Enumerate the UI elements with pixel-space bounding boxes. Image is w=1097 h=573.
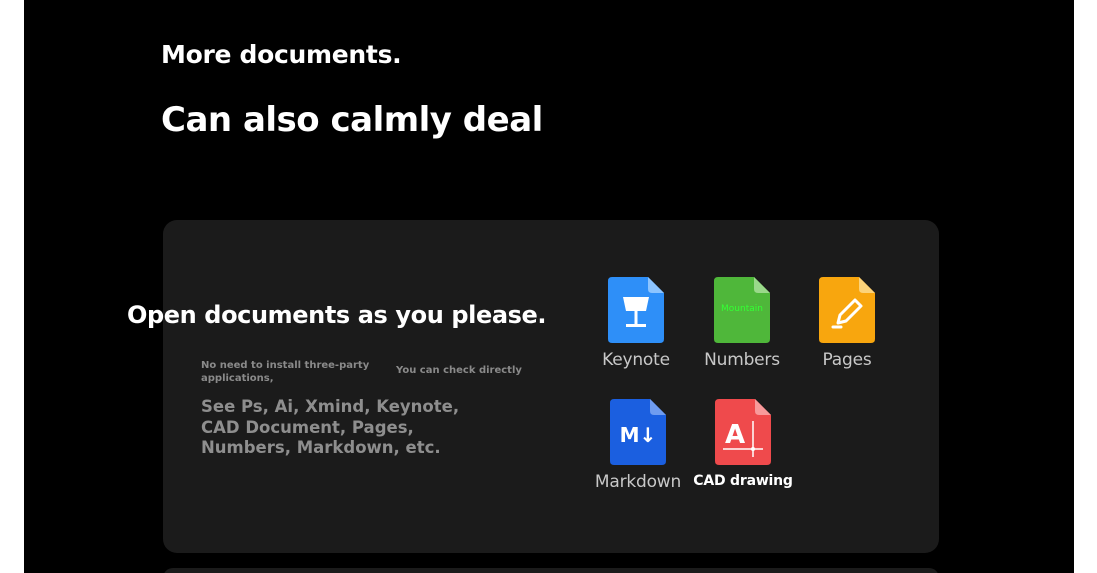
markdown-icon-text: M↓: [620, 423, 657, 447]
app-label: Pages: [822, 350, 872, 370]
page-background: More documents. Can also calmly deal Ope…: [24, 0, 1074, 573]
keynote-icon: [608, 277, 664, 343]
app-label: Numbers: [704, 350, 780, 370]
app-markdown: M↓ Markdown: [583, 399, 693, 492]
headline-large: Can also calmly deal: [161, 100, 543, 140]
pages-icon: [819, 277, 875, 343]
next-card-edge: [163, 568, 939, 573]
markdown-icon: M↓: [610, 399, 666, 465]
supported-formats-description: See Ps, Ai, Xmind, Keynote, CAD Document…: [201, 397, 460, 457]
numbers-icon-text: Mountain: [721, 304, 763, 314]
feature-card: [163, 220, 939, 553]
card-title: Open documents as you please.: [127, 301, 547, 329]
note-no-install: No need to install three-party applicati…: [201, 360, 370, 384]
app-label: Keynote: [602, 350, 670, 370]
note-check-directly: You can check directly: [396, 365, 522, 376]
app-keynote: Keynote: [581, 277, 691, 370]
app-pages: Pages: [792, 277, 902, 370]
app-cad: A CAD drawing: [688, 399, 798, 489]
numbers-icon: Mountain: [714, 277, 770, 343]
cad-icon-text: A: [725, 420, 745, 450]
app-numbers: Mountain Numbers: [687, 277, 797, 370]
app-label: Markdown: [594, 472, 682, 492]
cad-icon: A: [715, 399, 771, 465]
headline-small: More documents.: [161, 40, 402, 69]
app-label: CAD drawing: [693, 473, 793, 489]
